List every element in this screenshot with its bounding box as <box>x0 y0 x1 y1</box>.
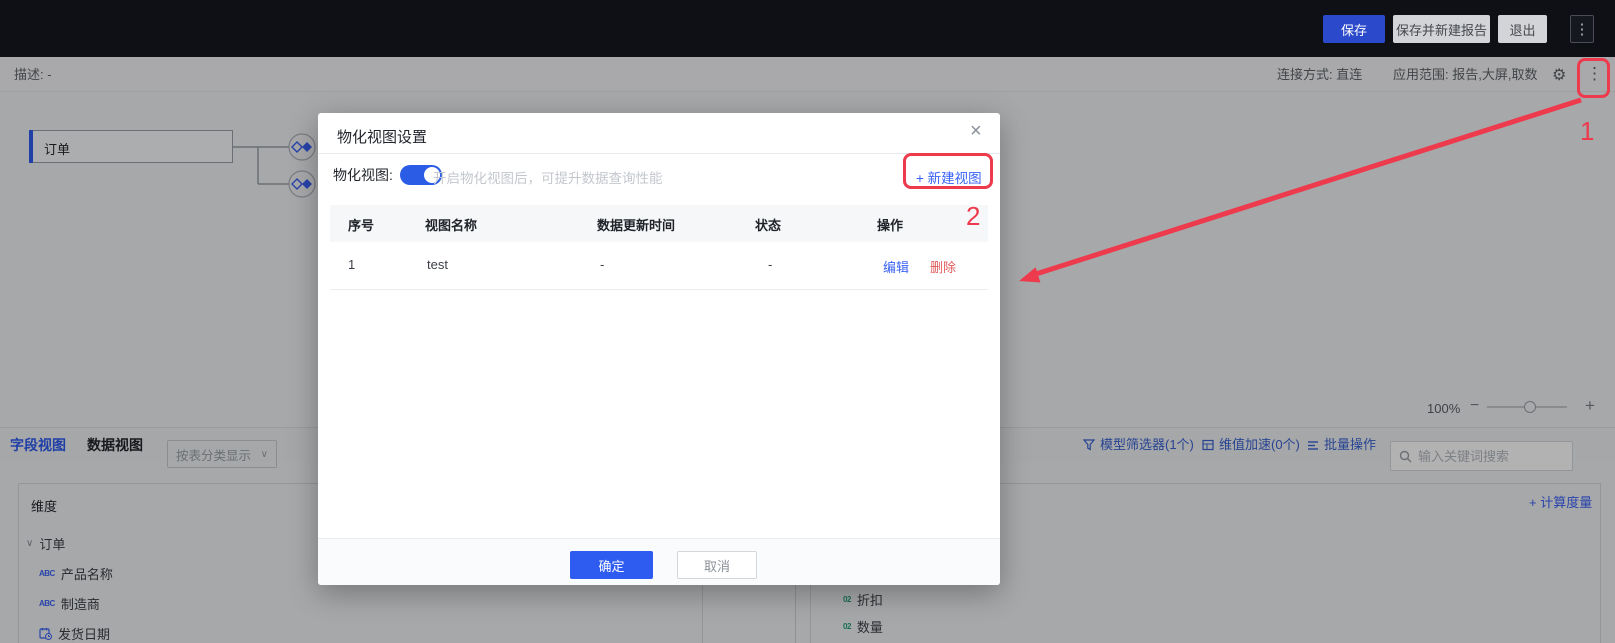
save-button[interactable]: 保存 <box>1323 15 1385 43</box>
top-bar: 保存 保存并新建报告 退出 ⋮ <box>0 0 1615 57</box>
views-table-header: 序号 视图名称 数据更新时间 状态 操作 <box>330 205 988 242</box>
cancel-button[interactable]: 取消 <box>677 551 757 579</box>
model-editor-page: 保存 保存并新建报告 退出 ⋮ 描述: - 连接方式: 直连 应用范围: 报告,… <box>0 0 1615 643</box>
cell-index: 1 <box>348 257 355 272</box>
save-and-new-report-button[interactable]: 保存并新建报告 <box>1393 15 1490 43</box>
col-status: 状态 <box>755 215 781 234</box>
col-index: 序号 <box>348 215 374 234</box>
more-icon: ⋮ <box>1575 20 1590 38</box>
more-menu-button[interactable]: ⋮ <box>1570 15 1594 43</box>
cell-updated: - <box>600 257 604 272</box>
toggle-hint-text: 开启物化视图后，可提升数据查询性能 <box>433 167 663 187</box>
exit-button[interactable]: 退出 <box>1498 15 1547 43</box>
materialized-view-settings-modal: 物化视图设置 × 物化视图: 开启物化视图后，可提升数据查询性能 + 新建视图 … <box>318 113 1000 585</box>
edit-link[interactable]: 编辑 <box>883 257 909 276</box>
close-icon[interactable]: × <box>970 121 982 141</box>
table-row: 1 test - - 编辑 删除 <box>330 242 988 290</box>
modal-header-divider <box>318 153 1000 154</box>
cell-status: - <box>768 257 772 272</box>
new-view-button[interactable]: + 新建视图 <box>916 167 982 187</box>
cell-name: test <box>427 257 448 272</box>
col-actions: 操作 <box>877 215 903 234</box>
col-name: 视图名称 <box>425 215 477 234</box>
materialized-view-toggle-label: 物化视图: <box>333 165 393 185</box>
modal-footer: 确定 取消 <box>318 538 1000 585</box>
col-updated: 数据更新时间 <box>597 215 675 234</box>
modal-title: 物化视图设置 <box>337 126 427 147</box>
delete-link[interactable]: 删除 <box>930 257 956 276</box>
views-table: 序号 视图名称 数据更新时间 状态 操作 1 test - - 编辑 删除 <box>330 205 988 290</box>
confirm-button[interactable]: 确定 <box>570 551 653 579</box>
